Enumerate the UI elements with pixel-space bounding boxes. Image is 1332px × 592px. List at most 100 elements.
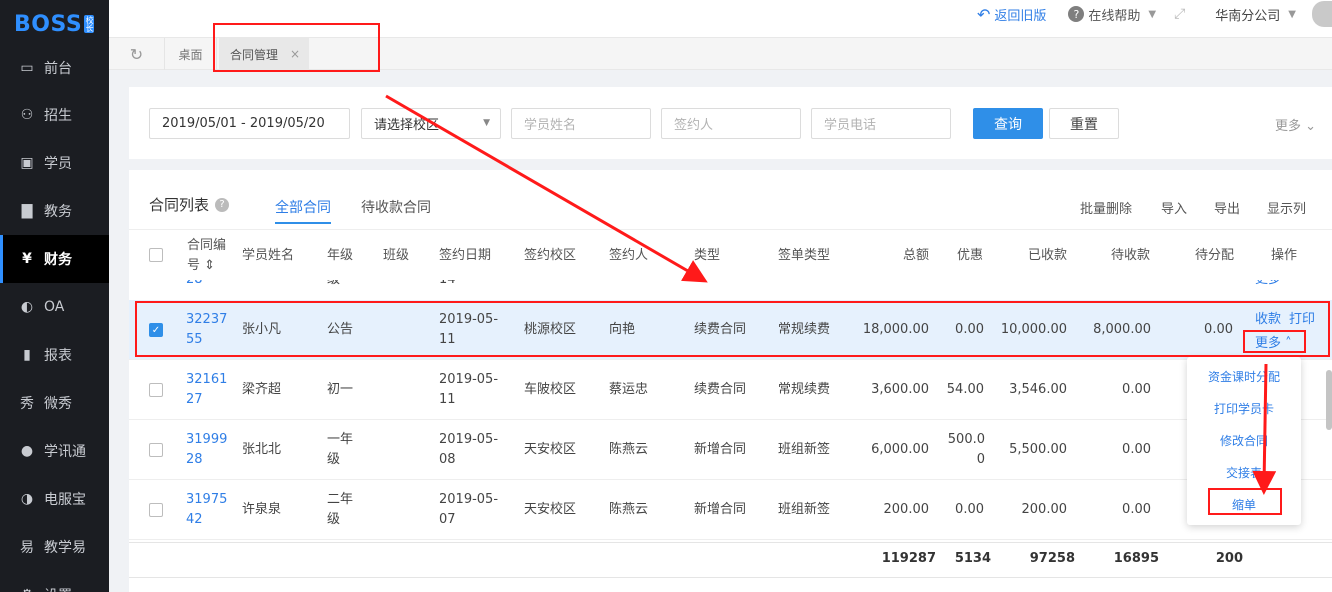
more-ops-link[interactable]: 更多 ˄ [1255,332,1292,351]
list-title: 合同列表? [149,194,230,215]
discount-cell: 54.00 [946,382,984,397]
logo[interactable]: BOSS 校长 [0,0,109,48]
menu-item-reduce-order[interactable]: 缩单 [1187,496,1301,513]
sidebar-item-weixiu[interactable]: 秀微秀 [0,379,109,427]
col-type: 类型 [694,248,721,263]
export-button[interactable]: 导出 [1214,198,1240,217]
discount-cell: 500.0 0 [947,432,985,467]
student-card-icon: ▣ [20,155,34,171]
sidebar-item-enrollment[interactable]: ⚇ 招生 [0,91,109,139]
grade-cell: 级 [327,280,340,289]
total-sum: 119287 [881,551,936,566]
type-cell: 新增合同 [694,442,747,457]
avatar[interactable] [1312,1,1332,27]
close-icon[interactable]: × [290,47,300,61]
sidebar-item-finance[interactable]: ¥ 财务 [0,235,109,283]
collect-link[interactable]: 收款 [1255,308,1281,327]
discount-cell: 0.00 [955,502,984,517]
total-cell: 18,000.00 [862,322,929,337]
sidebar-item-label: OA [44,299,65,315]
contract-no-link[interactable]: 28 [186,280,203,289]
online-help-menu[interactable]: ? 在线帮助 ▼ [1068,5,1156,24]
caret-down-icon: ▼ [1148,8,1157,20]
sidebar-item-label: 财务 [44,252,72,268]
tab-all-contracts[interactable]: 全部合同 [275,197,331,217]
scrollbar[interactable] [1326,370,1332,430]
menu-item-edit-contract[interactable]: 修改合同 [1187,432,1301,449]
company-switch[interactable]: 华南分公司 ▼ [1215,5,1296,24]
campus-cell: 车陂校区 [524,382,577,397]
date-range-input[interactable]: 2019/05/01 - 2019/05/20 [149,108,350,139]
sign-type-cell: 班组新签 [778,502,831,517]
total-cell: 200.00 [883,502,930,517]
tab-desktop[interactable]: 桌面 [165,38,217,70]
received-sum: 97258 [1029,551,1075,566]
contract-no-link[interactable]: 32161 27 [186,370,227,410]
pending-sum: 16895 [1113,551,1159,566]
gear-icon: ⚙ [18,586,36,592]
col-total: 总额 [902,248,929,263]
table-row[interactable]: 31999 28 张北北 一年级 2019-05- 08 天安校区 陈燕云 新增合同… [129,420,1332,480]
active-tab-indicator [275,222,331,224]
contract-no-link[interactable]: 32237 55 [186,310,227,350]
student-phone-input[interactable]: 学员电话 [811,108,951,139]
row-checkbox[interactable] [149,503,163,517]
campus-select[interactable]: 请选择校区 ▼ [361,108,501,139]
print-link[interactable]: 打印 [1289,308,1315,327]
student-name-cell: 张北北 [242,442,282,457]
sidebar-item-jiaoxueyi[interactable]: 易教学易 [0,523,109,571]
total-cell: 6,000.00 [871,442,929,457]
sidebar-item-reports[interactable]: ▮ 报表 [0,331,109,379]
menu-item-handover-form[interactable]: 交接表 [1187,464,1301,481]
show-icon: 秀 [20,396,34,412]
row-checkbox[interactable]: ✓ [149,323,163,337]
import-button[interactable]: 导入 [1161,198,1187,217]
received-cell: 10,000.00 [1000,322,1067,337]
row-checkbox[interactable] [149,443,163,457]
reset-button[interactable]: 重置 [1049,108,1119,139]
batch-delete-button[interactable]: 批量删除 [1080,198,1132,217]
table-row[interactable]: 31975 42 许泉泉 二年级 2019-05- 07 天安校区 陈燕云 新增合同… [129,480,1332,540]
tab-pending-contracts[interactable]: 待收款合同 [361,197,431,217]
sidebar-item-xuexuntong[interactable]: ● 学讯通 [0,427,109,475]
sidebar-item-front-desk[interactable]: ▭ 前台 [0,44,109,92]
query-button[interactable]: 查询 [973,108,1043,139]
help-icon[interactable]: ? [215,197,230,212]
table-row[interactable]: 32161 27 梁齐超 初一 2019-05- 11 车陂校区 蔡运忠 续费合同 … [129,360,1332,420]
menu-item-fund-hour-allocation[interactable]: 资金课时分配 [1187,368,1301,385]
sidebar-item-settings[interactable]: ⚙ 设置 [0,571,109,592]
sign-date-cell: 2019-05- 08 [439,432,499,467]
signer-input[interactable]: 签约人 [661,108,801,139]
col-sign-type: 签单类型 [778,248,831,263]
back-old-version-link[interactable]: ↶ 返回旧版 [977,5,1046,24]
contract-no-link[interactable]: 31999 28 [186,430,227,470]
tab-contract-management[interactable]: 合同管理 × [219,38,309,70]
select-all-checkbox[interactable] [149,248,163,262]
row-checkbox[interactable] [149,383,163,397]
unallocated-cell: 0.00 [1204,322,1233,337]
columns-button[interactable]: 显示列 [1267,198,1306,217]
pending-cell: 0.00 [1122,382,1151,397]
sort-icon[interactable]: ⇕ [204,258,215,273]
more-filters-toggle[interactable]: 更多 ⌄ [1275,115,1316,134]
more-ops-link[interactable]: 更多 ˅ [1255,280,1292,289]
contract-no-link[interactable]: 31975 42 [186,490,227,530]
type-cell: 新增合同 [694,502,747,517]
fullscreen-icon[interactable]: ⤢ [1174,6,1185,22]
sidebar-item-academic[interactable]: ▇ 教务 [0,187,109,235]
table-row[interactable]: ✓ 32237 55 张小凡 公告 2019-05- 11 桃源校区 向艳 续费合同… [129,300,1332,360]
logo-text: BOSS [14,11,83,37]
menu-item-print-student-card[interactable]: 打印学员卡 [1187,400,1301,417]
calendar-icon: ▭ [20,60,34,76]
student-name-input[interactable]: 学员姓名 [511,108,651,139]
sidebar-item-students[interactable]: ▣ 学员 [0,139,109,187]
pending-cell: 0.00 [1122,442,1151,457]
yen-coin-icon: ¥ [22,251,32,267]
refresh-icon[interactable]: ↻ [109,38,165,70]
sidebar-item-label: 前台 [44,61,72,77]
sidebar-item-dianfubao[interactable]: ◑ 电服宝 [0,475,109,523]
totals-row: 119287 5134 97258 16895 200 [129,542,1332,578]
col-contract-no[interactable]: 合同编号 ⇕ [187,236,227,276]
sidebar-item-oa[interactable]: ◐ OA [0,283,109,331]
sign-type-cell: 班组新签 [778,442,831,457]
